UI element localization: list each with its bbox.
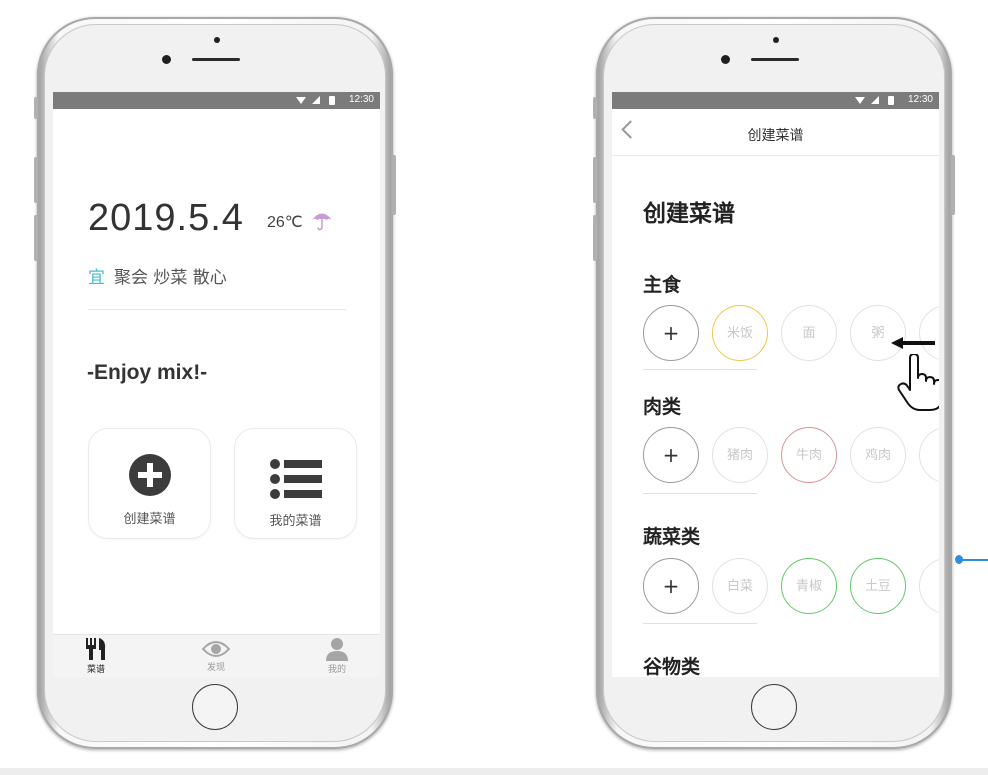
plus-circle-icon [129,454,171,496]
vegetable-chip-potato[interactable]: 土豆 [850,558,906,614]
front-camera [162,55,171,64]
nav-bar: 创建菜谱 [612,109,939,156]
fork-knife-icon [86,638,106,660]
section-underline [643,493,757,494]
swipe-left-arrow-icon [891,337,935,349]
add-meat-button[interactable]: + [643,427,699,483]
create-recipe-screen: 12:30 创建菜谱 创建菜谱 主食 + 米饭 面 粥 肉类 + 猪肉 牛肉 鸡… [612,92,939,677]
signal-icon [871,96,879,104]
volume-down-button [593,215,597,261]
home-button[interactable] [192,684,238,730]
phone-mockup-create-recipe: 12:30 创建菜谱 创建菜谱 主食 + 米饭 面 粥 肉类 + 猪肉 牛肉 鸡… [593,17,955,749]
volume-up-button [34,157,38,203]
meat-chip-pork[interactable]: 猪肉 [712,427,768,483]
tab-discover-label: 发现 [206,663,225,673]
phone-mockup-home: 12:30 2019.5.4 26℃ 宜 聚会 炒菜 散心 -Enjoy mix… [34,17,396,749]
tab-bar: 菜谱 发现 我的 [53,634,380,677]
umbrella-icon [312,213,332,231]
section-title-vegetables: 蔬菜类 [643,526,701,548]
section-title-staple: 主食 [643,274,682,296]
section-underline [643,623,757,624]
front-camera [721,55,730,64]
add-vegetable-button[interactable]: + [643,558,699,614]
status-bar: 12:30 [53,92,380,109]
proximity-sensor [773,37,779,43]
volume-down-button [34,215,38,261]
temperature: 26℃ [267,214,303,231]
proximity-sensor [214,37,220,43]
tab-discover[interactable]: 发现 [186,635,246,677]
mute-switch [593,97,597,119]
section-underline [643,369,757,370]
mute-switch [34,97,38,119]
volume-up-button [593,157,597,203]
status-time: 12:30 [907,94,933,105]
add-staple-button[interactable]: + [643,305,699,361]
page-bottom-strip [0,768,988,775]
meat-chip-beef[interactable]: 牛肉 [781,427,837,483]
my-recipes-label: 我的菜谱 [269,514,322,529]
vegetable-chip-overflow[interactable] [919,558,939,614]
nav-title: 创建菜谱 [747,128,804,144]
my-recipes-card[interactable]: 我的菜谱 [234,428,357,539]
signal-icon [312,96,320,104]
vegetable-chip-cabbage[interactable]: 白菜 [712,558,768,614]
tab-profile[interactable]: 我的 [307,635,367,677]
wifi-icon [855,97,865,104]
list-icon [270,459,322,499]
create-recipe-label: 创建菜谱 [123,512,176,527]
slogan: -Enjoy mix!- [87,361,208,384]
create-recipe-card[interactable]: 创建菜谱 [88,428,211,539]
staple-chip-rice[interactable]: 米饭 [712,305,768,361]
date-display: 2019.5.4 [88,197,244,239]
annotation-line [960,559,988,561]
divider [88,309,346,310]
auspicious-activities: 聚会 炒菜 散心 [114,268,227,288]
person-icon [326,638,348,661]
section-title-grains: 谷物类 [643,656,701,677]
wifi-icon [296,97,306,104]
home-button[interactable] [751,684,797,730]
staple-chip-overflow[interactable] [919,305,939,361]
earpiece-speaker [192,58,240,61]
battery-icon [888,96,894,105]
status-bar: 12:30 [612,92,939,109]
page-heading: 创建菜谱 [643,201,735,227]
meat-chip-overflow[interactable] [919,427,939,483]
power-button [392,155,396,215]
status-time: 12:30 [348,94,374,105]
auspicious-label: 宜 [88,268,105,288]
section-title-meat: 肉类 [643,396,682,418]
staple-chip-porridge[interactable]: 粥 [850,305,906,361]
meat-chip-chicken[interactable]: 鸡肉 [850,427,906,483]
staple-chip-noodles[interactable]: 面 [781,305,837,361]
vegetable-chip-green-pepper[interactable]: 青椒 [781,558,837,614]
eye-icon [202,641,230,657]
tab-profile-label: 我的 [327,665,346,675]
tab-recipes[interactable]: 菜谱 [66,635,126,677]
tab-recipes-label: 菜谱 [86,665,105,675]
hand-pointer-icon [897,354,939,411]
battery-icon [329,96,335,105]
earpiece-speaker [751,58,799,61]
power-button [951,155,955,215]
home-screen: 12:30 2019.5.4 26℃ 宜 聚会 炒菜 散心 -Enjoy mix… [53,92,380,677]
